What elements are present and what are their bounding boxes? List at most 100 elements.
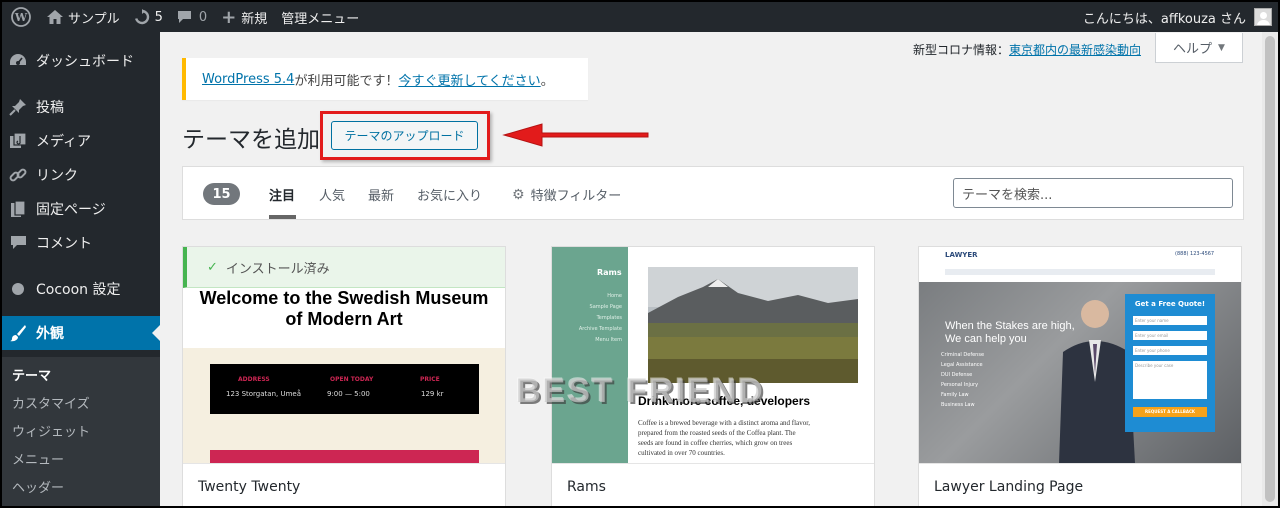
preview-headline: When the Stakes are high, We can help yo… [945, 320, 1075, 346]
help-button[interactable]: ヘルプ ▼ [1155, 33, 1243, 63]
admin-menu-link[interactable]: 管理メニュー [274, 2, 366, 32]
submenu-item-header[interactable]: ヘッダー [12, 477, 64, 496]
theme-screenshot: Rams Home Sample Page Templates Archive … [552, 247, 874, 463]
installed-label: インストール済み [225, 261, 330, 277]
submenu-item-customize[interactable]: カスタマイズ [12, 393, 90, 412]
corona-info: 新型コロナ情報：東京都内の最新感染動向 [913, 41, 1141, 58]
preview-body-line: cultivated in over 70 countries. [638, 449, 725, 457]
notice-text: が利用可能です！ [294, 73, 399, 89]
theme-card-lawyer-landing-page[interactable]: LAWYER (888) 123-4567 When the Stakes ar… [918, 246, 1242, 506]
help-label: ヘルプ [1173, 42, 1213, 57]
checkmark-icon: ✓ [207, 259, 218, 275]
preview-bullet: Criminal Defense [941, 352, 985, 358]
theme-search-input[interactable]: テーマを検索... [953, 178, 1233, 208]
admin-sidebar: ダッシュボード 投稿 メディア リンク 固定ページ コメント Cocoon 設定 [2, 32, 160, 506]
preview-logo: Rams [597, 268, 622, 277]
sidebar-item-label: ダッシュボード [36, 54, 134, 70]
preview-form-title: Get a Free Quote! [1134, 300, 1206, 308]
avatar [1254, 8, 1272, 26]
preview-headline-line: When the Stakes are high, [945, 320, 1075, 332]
sidebar-item-media[interactable]: メディア [2, 124, 160, 158]
feature-filter-button[interactable]: ⚙ 特徴フィルター [512, 185, 621, 205]
preview-title: Welcome to the Swedish Museum of Modern … [199, 288, 489, 329]
comments-link[interactable]: 0 [170, 2, 214, 32]
sidebar-item-pages[interactable]: 固定ページ [2, 192, 160, 226]
comment-bubble-icon [177, 10, 192, 24]
corona-link[interactable]: 東京都内の最新感染動向 [1009, 43, 1141, 57]
wordpress-version-link[interactable]: WordPress 5.4 [202, 72, 294, 87]
sidebar-item-appearance[interactable]: 外観 [2, 316, 160, 350]
sidebar-item-label: 外観 [36, 326, 64, 342]
preview-nav-item: Sample Page [589, 304, 622, 310]
notice-suffix: 。 [540, 73, 554, 89]
svg-text:W: W [14, 11, 28, 24]
preview-cta-button: REQUEST A CALLBACK [1133, 407, 1207, 417]
preview-form-field: Enter your email [1133, 331, 1207, 340]
sidebar-item-posts[interactable]: 投稿 [2, 90, 160, 124]
preview-bullet: Family Law [941, 392, 969, 398]
page-title: テーマを追加 [182, 127, 320, 153]
installed-notice: ✓ インストール済み [183, 247, 505, 288]
sidebar-item-comments[interactable]: コメント [2, 226, 160, 260]
new-content-link[interactable]: + 新規 [214, 2, 274, 32]
preview-form-field: Enter your name [1133, 316, 1207, 325]
comment-icon [8, 233, 28, 253]
submenu-item-menus[interactable]: メニュー [12, 449, 64, 468]
account-menu[interactable]: こんにちは、affkouza さん [1083, 2, 1272, 32]
site-name-link[interactable]: サンプル [40, 2, 127, 32]
preview-form-field: Enter your phone [1133, 346, 1207, 355]
preview-quote-form: Get a Free Quote! Enter your name Enter … [1125, 294, 1215, 432]
watermark-text: BEST FRIEND [516, 372, 765, 410]
preview-col-label: OPEN TODAY [330, 376, 374, 383]
preview-body-line: Coffee is a brewed beverage with a disti… [638, 419, 810, 427]
home-icon [47, 10, 63, 24]
theme-card-twenty-twenty[interactable]: Welcome to the Swedish Museum of Modern … [182, 246, 506, 506]
preview-nav-strip [945, 269, 1215, 275]
sidebar-item-dashboard[interactable]: ダッシュボード [2, 44, 160, 78]
theme-filter-bar: 15 注目 人気 最新 お気に入り ⚙ 特徴フィルター テーマを検索... [182, 166, 1244, 220]
preview-bullet: Personal Injury [941, 382, 979, 388]
preview-bullet: Legal Assistance [941, 362, 983, 368]
refresh-icon [134, 9, 150, 25]
updates-link[interactable]: 5 [127, 2, 170, 32]
scrollbar-thumb[interactable] [1265, 36, 1275, 502]
new-label: 新規 [241, 11, 268, 27]
active-tab-indicator [269, 215, 296, 219]
tab-popular[interactable]: 人気 [319, 185, 345, 204]
tab-favorites[interactable]: お気に入り [417, 185, 482, 204]
preview-body-line: prepared from the roasted seeds of the C… [638, 429, 796, 437]
link-icon [8, 165, 28, 185]
sidebar-item-label: 固定ページ [36, 202, 106, 218]
theme-name: Twenty Twenty [183, 463, 505, 506]
sidebar-item-label: メディア [36, 134, 92, 150]
theme-name: Rams [552, 463, 874, 506]
theme-screenshot: Welcome to the Swedish Museum of Modern … [183, 247, 505, 463]
theme-screenshot: LAWYER (888) 123-4567 When the Stakes ar… [919, 247, 1241, 463]
wp-logo-button[interactable]: W [2, 2, 40, 32]
preview-logo: LAWYER [945, 251, 978, 259]
submenu-item-themes[interactable]: テーマ [12, 365, 51, 384]
submenu-item-widgets[interactable]: ウィジェット [12, 421, 90, 440]
plus-icon: + [221, 6, 237, 28]
sidebar-item-cocoon-settings[interactable]: Cocoon 設定 [2, 272, 160, 306]
preview-header: Welcome to the Swedish Museum of Modern … [183, 288, 505, 348]
tab-latest[interactable]: 最新 [368, 185, 394, 204]
caret-down-icon: ▼ [1218, 42, 1225, 53]
highlight-box [320, 111, 490, 160]
preview-col-value: 123 Storgatan, Umeå [226, 390, 302, 398]
admin-bar: W サンプル 5 0 + 新規 管理メニュー こんにちは、affkouza さん [2, 2, 1278, 32]
admin-menu-label: 管理メニュー [281, 11, 360, 27]
sidebar-item-links[interactable]: リンク [2, 158, 160, 192]
page-scrollbar[interactable] [1262, 32, 1278, 506]
preview-bullet: Business Law [941, 402, 975, 408]
update-now-link[interactable]: 今すぐ更新してください [398, 70, 540, 89]
page-icon [8, 199, 28, 219]
preview-form-field: Describe your case [1133, 361, 1207, 399]
sidebar-item-label: 投稿 [36, 100, 64, 116]
main-content: 新型コロナ情報：東京都内の最新感染動向 ヘルプ ▼ WordPress 5.4 が… [160, 32, 1278, 506]
preview-hero: When the Stakes are high, We can help yo… [919, 282, 1241, 463]
comments-count: 0 [198, 9, 208, 25]
preview-col-label: ADDRESS [238, 376, 270, 383]
appearance-submenu: テーマ カスタマイズ ウィジェット メニュー ヘッダー [2, 357, 160, 506]
tab-featured[interactable]: 注目 [269, 185, 295, 204]
